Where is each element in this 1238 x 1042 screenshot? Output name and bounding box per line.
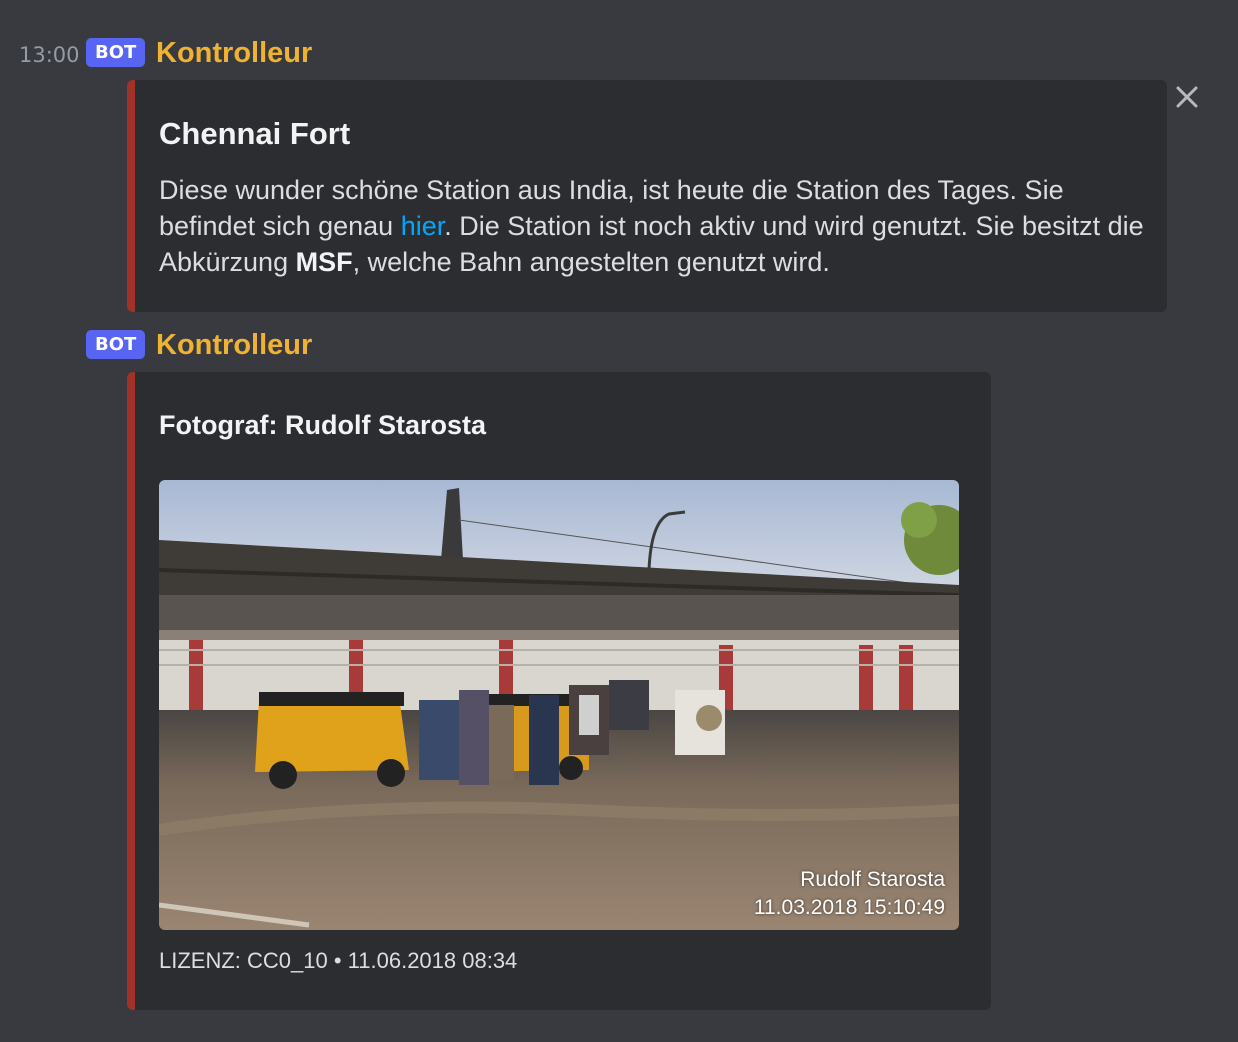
location-link[interactable]: hier bbox=[401, 211, 445, 241]
author-name[interactable]: Kontrolleur bbox=[156, 329, 312, 362]
photo-author: Rudolf Starosta bbox=[800, 868, 945, 891]
close-icon bbox=[1176, 86, 1198, 108]
bot-tag: BOT bbox=[86, 330, 146, 359]
author-name[interactable]: Kontrolleur bbox=[156, 37, 312, 70]
embed-footer: LIZENZ: CC0_10 • 11.06.2018 08:34 bbox=[159, 948, 518, 973]
embed-photo: Fotograf: Rudolf Starosta Rudolf Starost… bbox=[127, 372, 991, 1010]
abbreviation-bold: MSF bbox=[295, 247, 353, 277]
embed-station: Chennai Fort Diese wunder schöne Station… bbox=[127, 80, 1167, 312]
station-photo-graphic bbox=[159, 480, 959, 930]
photo-datetime: 11.03.2018 15:10:49 bbox=[753, 896, 945, 919]
close-button[interactable] bbox=[1172, 82, 1202, 112]
embed-title: Fotograf: Rudolf Starosta bbox=[159, 410, 486, 440]
station-photo[interactable]: Rudolf Starosta 11.03.2018 15:10:49 bbox=[159, 480, 959, 930]
embed-description: Diese wunder schöne Station aus India, i… bbox=[159, 172, 1149, 280]
description-text: , welche Bahn angestelten genutzt wird. bbox=[352, 247, 830, 277]
embed-title: Chennai Fort bbox=[159, 116, 351, 151]
message-timestamp: 13:00 bbox=[19, 43, 80, 67]
bot-tag: BOT bbox=[86, 38, 146, 67]
photo-caption: Rudolf Starosta 11.03.2018 15:10:49 bbox=[754, 866, 945, 922]
